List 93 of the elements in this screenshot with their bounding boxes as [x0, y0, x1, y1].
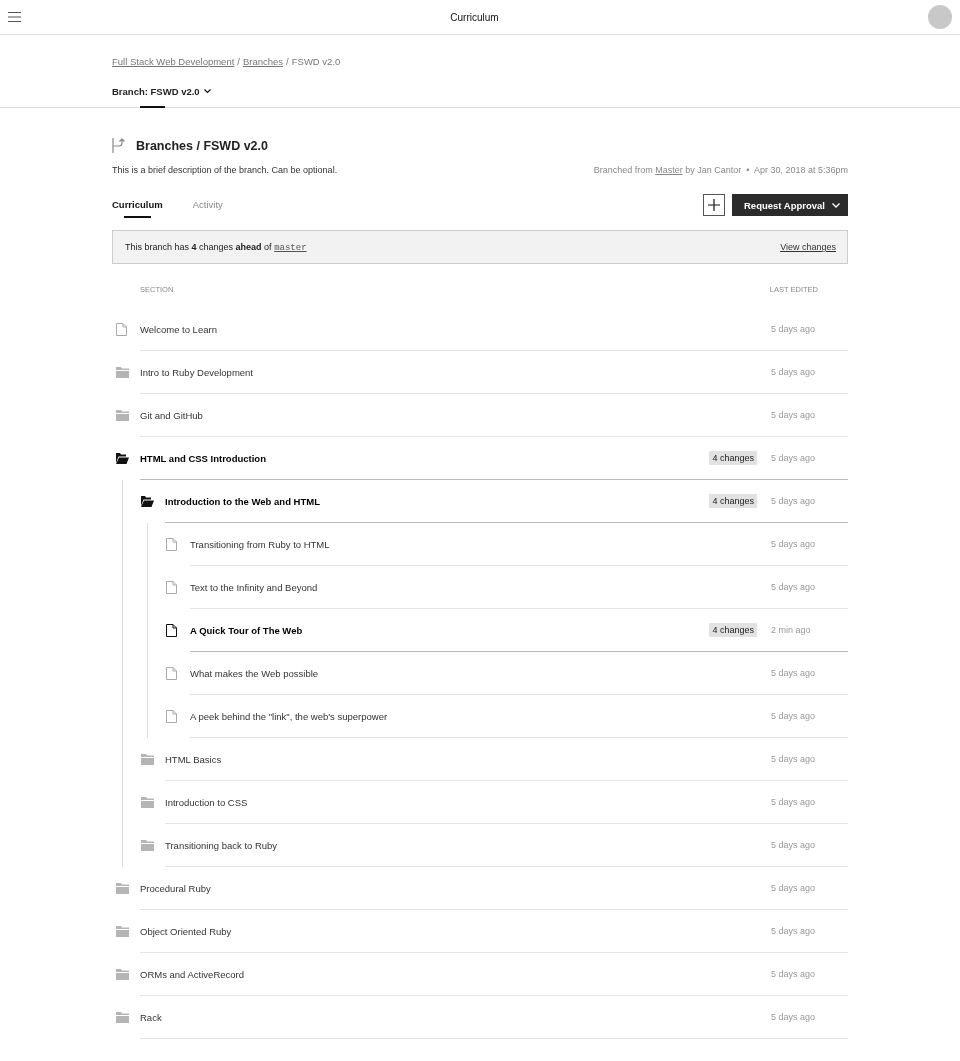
- open-folder-icon: [141, 496, 154, 507]
- folder-icon: [116, 1012, 129, 1023]
- breadcrumb-separator: /: [237, 56, 240, 67]
- last-edited: 5 days ago: [771, 969, 817, 979]
- branch-title: Branches / FSWD v2.0: [136, 138, 268, 153]
- document-icon: [166, 667, 177, 680]
- section-title: Introduction to the Web and HTML: [165, 495, 321, 507]
- section-row[interactable]: Introduction to the Web and HTML 4 changes 5 days ago: [137, 480, 848, 523]
- last-edited: 5 days ago: [771, 582, 817, 592]
- page-title: Curriculum: [450, 11, 499, 23]
- section-title: HTML and CSS Introduction: [140, 452, 267, 464]
- section-title: Rack: [140, 1011, 163, 1023]
- section-title: A peek behind the "link", the web's superpower: [190, 710, 389, 722]
- section-row[interactable]: Introduction to CSS 5 days ago: [137, 781, 848, 824]
- tab[interactable]: Activity: [192, 199, 223, 218]
- section-title: Intro to Ruby Development: [140, 366, 254, 378]
- section-title: Welcome to Learn: [140, 323, 218, 335]
- last-edited: 5 days ago: [771, 367, 817, 377]
- last-edited: 2 min ago: [771, 625, 812, 635]
- last-edited: 5 days ago: [771, 324, 817, 334]
- section-title: HTML Basics: [165, 753, 223, 765]
- breadcrumb-current: FSWD v2.0: [291, 56, 341, 67]
- last-edited: 5 days ago: [771, 496, 817, 506]
- last-edited: 5 days ago: [771, 883, 817, 893]
- section-title: A Quick Tour of The Web: [190, 624, 304, 636]
- folder-icon: [116, 883, 129, 894]
- section-title: Object Oriented Ruby: [140, 925, 233, 937]
- branch-selector[interactable]: Branch: FSWD v2.0: [112, 86, 211, 107]
- section-row[interactable]: Welcome to Learn 5 days ago: [112, 308, 848, 351]
- section-row[interactable]: Transitioning back to Ruby 5 days ago: [137, 824, 848, 867]
- document-icon: [166, 581, 177, 594]
- changes-badge: 4 changes: [709, 623, 757, 637]
- section-title: What makes the Web possible: [190, 667, 320, 679]
- plus-icon: [708, 199, 720, 211]
- section-title: Transitioning back to Ruby: [165, 839, 279, 851]
- folder-icon: [116, 410, 129, 421]
- section-row[interactable]: Object Oriented Ruby 5 days ago: [112, 910, 848, 953]
- chevron-down-icon: [203, 89, 211, 94]
- folder-icon: [141, 840, 154, 851]
- tab[interactable]: Curriculum: [112, 199, 163, 218]
- last-edited: 5 days ago: [771, 668, 817, 678]
- last-edited: 5 days ago: [771, 754, 817, 764]
- last-edited: 5 days ago: [771, 453, 817, 463]
- last-edited: 5 days ago: [771, 539, 817, 549]
- breadcrumb-link[interactable]: Branches: [242, 56, 284, 67]
- master-link[interactable]: master: [274, 242, 307, 253]
- section-row[interactable]: HTML and CSS Introduction 4 changes 5 days ago: [112, 437, 848, 480]
- section-title: Text to the Infinity and Beyond: [190, 581, 319, 593]
- document-icon: [166, 624, 177, 637]
- section-row[interactable]: A Quick Tour of The Web 4 changes 2 min ago: [162, 609, 848, 652]
- branch-status-text: This branch has 4 changes ahead of master: [125, 241, 307, 253]
- folder-icon: [116, 969, 129, 980]
- section-title: ORMs and ActiveRecord: [140, 968, 245, 980]
- master-link[interactable]: Master: [655, 165, 683, 175]
- section-row[interactable]: What makes the Web possible 5 days ago: [162, 652, 848, 695]
- menu-icon[interactable]: [8, 12, 21, 22]
- folder-icon: [141, 797, 154, 808]
- section-row[interactable]: ORMs and ActiveRecord 5 days ago: [112, 953, 848, 996]
- branch-meta: Branched from Master by Jan Cantor • Apr 30, 2018 at 5:36pm: [593, 165, 848, 175]
- branch-description: This is a brief description of the branch. Can be optional.: [112, 165, 338, 175]
- section-row[interactable]: A peek behind the "link", the web's superpower 5 days ago: [162, 695, 848, 738]
- folder-icon: [116, 926, 129, 937]
- chevron-down-icon: [832, 202, 840, 208]
- changes-badge: 4 changes: [709, 494, 757, 508]
- section-title: Procedural Ruby: [140, 882, 212, 894]
- breadcrumb-link[interactable]: Full Stack Web Development: [112, 56, 235, 67]
- last-edited: 5 days ago: [771, 410, 817, 420]
- section-row[interactable]: HTML Basics 5 days ago: [137, 738, 848, 781]
- section-row[interactable]: Procedural Ruby 5 days ago: [112, 867, 848, 910]
- document-icon: [116, 323, 127, 336]
- last-edited: 5 days ago: [771, 926, 817, 936]
- add-button[interactable]: [703, 194, 725, 216]
- document-icon: [166, 710, 177, 723]
- request-approval-button[interactable]: Request Approval: [732, 194, 848, 216]
- last-edited: 5 days ago: [771, 711, 817, 721]
- section-row[interactable]: Text to the Infinity and Beyond 5 days ago: [162, 566, 848, 609]
- section-row[interactable]: Transitioning from Ruby to HTML 5 days ago: [162, 523, 848, 566]
- view-changes-link[interactable]: View changes: [780, 242, 836, 252]
- section-row[interactable]: Intro to Ruby Development 5 days ago: [112, 351, 848, 394]
- section-title: Transitioning from Ruby to HTML: [190, 538, 331, 550]
- open-folder-icon: [116, 453, 129, 464]
- section-title: Git and GitHub: [140, 409, 204, 421]
- last-edited: 5 days ago: [771, 797, 817, 807]
- folder-icon: [141, 754, 154, 765]
- document-icon: [166, 538, 177, 551]
- section-title: Introduction to CSS: [165, 796, 249, 808]
- changes-badge: 4 changes: [709, 451, 757, 465]
- breadcrumb-separator: /: [286, 56, 289, 67]
- section-row[interactable]: Git and GitHub 5 days ago: [112, 394, 848, 437]
- last-edited: 5 days ago: [771, 840, 817, 850]
- section-row[interactable]: Rack 5 days ago: [112, 996, 848, 1039]
- last-edited: 5 days ago: [771, 1012, 817, 1022]
- folder-icon: [116, 367, 129, 378]
